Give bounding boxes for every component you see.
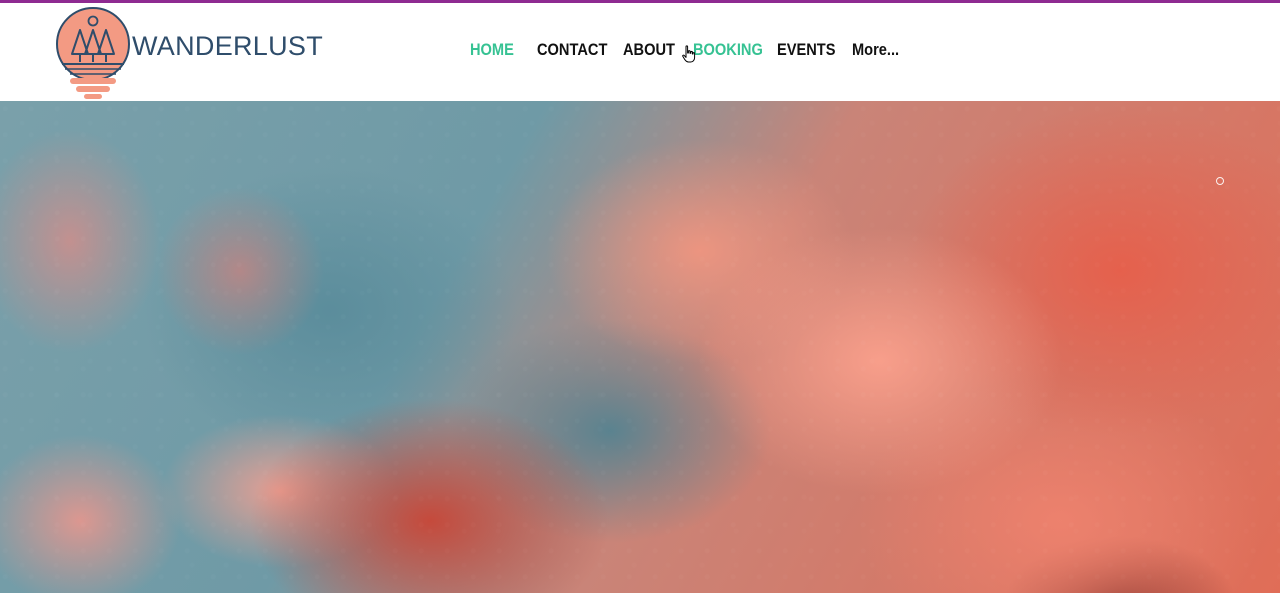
nav-item-about[interactable]: ABOUT [623,40,675,60]
nav-item-more[interactable]: More... [852,40,899,60]
hand-pointer-icon [682,45,696,63]
hero-banner-pink-clouds [0,101,1280,593]
slide-indicator-dot[interactable] [1216,177,1224,185]
site-header: WANDERLUST HOME CONTACT ABOUT BOOKING EV… [0,3,1280,101]
main-nav: HOME CONTACT ABOUT BOOKING EVENTS More..… [0,6,1280,98]
page: WANDERLUST HOME CONTACT ABOUT BOOKING EV… [0,0,1280,593]
hero-cloud-texture [0,101,1280,593]
nav-item-contact[interactable]: CONTACT [537,40,607,60]
nav-item-home[interactable]: HOME [470,40,514,60]
nav-item-booking[interactable]: BOOKING [693,40,763,60]
nav-item-events[interactable]: EVENTS [777,40,836,60]
